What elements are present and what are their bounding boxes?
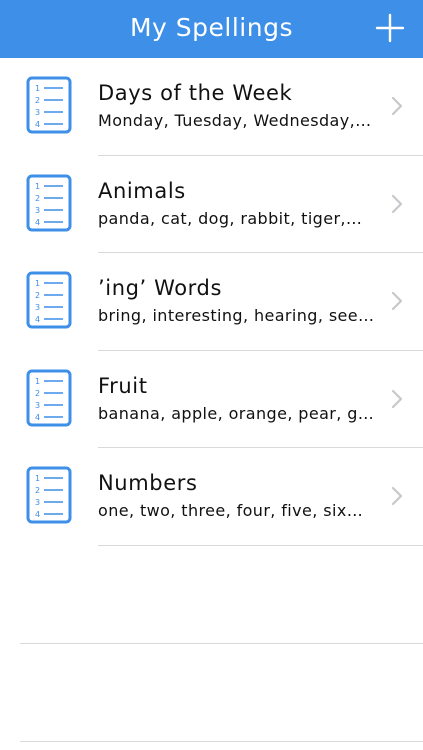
chevron-right-icon bbox=[391, 486, 403, 506]
svg-text:3: 3 bbox=[35, 206, 40, 215]
svg-text:4: 4 bbox=[35, 315, 40, 324]
svg-text:2: 2 bbox=[35, 291, 40, 300]
add-list-button[interactable] bbox=[375, 12, 405, 44]
page-title: My Spellings bbox=[129, 13, 293, 42]
svg-text:1: 1 bbox=[35, 377, 40, 386]
svg-text:1: 1 bbox=[35, 474, 40, 483]
chevron-right-icon bbox=[391, 96, 403, 116]
list-item-text: Animals panda, cat, dog, rabbit, tiger,… bbox=[98, 176, 378, 230]
list-item-title: Numbers bbox=[98, 471, 198, 495]
chevron-right-icon bbox=[391, 291, 403, 311]
chevron-right-icon bbox=[391, 389, 403, 409]
list-item-text: Days of the Week Monday, Tuesday, Wednes… bbox=[98, 78, 378, 132]
numbered-list-icon: 1 2 3 4 bbox=[26, 466, 72, 524]
svg-text:1: 1 bbox=[35, 182, 40, 191]
list-item-text: ’ing’ Words bring, interesting, hearing,… bbox=[98, 273, 378, 327]
chevron-right-icon bbox=[391, 194, 403, 214]
list-item-subtitle: banana, apple, orange, pear, g… bbox=[98, 403, 375, 423]
list-item-subtitle: one, two, three, four, five, six… bbox=[98, 501, 364, 520]
svg-text:2: 2 bbox=[35, 194, 40, 203]
svg-text:4: 4 bbox=[35, 120, 40, 129]
svg-text:4: 4 bbox=[35, 413, 40, 422]
svg-text:1: 1 bbox=[35, 279, 40, 288]
svg-text:3: 3 bbox=[35, 498, 40, 507]
svg-text:4: 4 bbox=[35, 218, 40, 227]
list-item-title: Days of the Week bbox=[98, 81, 293, 105]
numbered-list-icon: 1 2 3 4 bbox=[26, 174, 72, 232]
list-item-text: Fruit banana, apple, orange, pear, g… bbox=[98, 371, 378, 425]
list-item-subtitle: panda, cat, dog, rabbit, tiger,… bbox=[98, 208, 363, 228]
list-item[interactable]: 1 2 3 4 Fruit banana, apple, orange, pea… bbox=[0, 351, 423, 448]
svg-text:2: 2 bbox=[35, 486, 40, 495]
svg-text:1: 1 bbox=[35, 84, 40, 93]
row-divider bbox=[98, 544, 423, 546]
svg-text:4: 4 bbox=[35, 510, 40, 519]
plus-icon bbox=[375, 13, 405, 43]
numbered-list-icon: 1 2 3 4 bbox=[26, 76, 72, 134]
list-item-title: Animals bbox=[98, 178, 186, 203]
svg-text:2: 2 bbox=[35, 96, 40, 105]
numbered-list-icon: 1 2 3 4 bbox=[26, 369, 72, 427]
navigation-bar: My Spellings bbox=[0, 0, 423, 58]
numbered-list-icon: 1 2 3 4 bbox=[26, 271, 72, 329]
spelling-list: 1 2 3 4 Days of the Week Monday, Tuesday… bbox=[0, 58, 423, 546]
svg-text:3: 3 bbox=[35, 108, 40, 117]
svg-text:2: 2 bbox=[35, 389, 40, 398]
list-item[interactable]: 1 2 3 4 ’ing’ Words bring, interesting, … bbox=[0, 253, 423, 351]
list-item-text: Numbers one, two, three, four, five, six… bbox=[98, 468, 378, 522]
empty-row-divider bbox=[20, 741, 423, 742]
list-item-subtitle: bring, interesting, hearing, see… bbox=[98, 306, 375, 325]
svg-text:3: 3 bbox=[35, 303, 40, 312]
empty-row-divider bbox=[20, 643, 423, 644]
svg-text:3: 3 bbox=[35, 401, 40, 410]
list-item[interactable]: 1 2 3 4 Numbers one, two, three, four, f… bbox=[0, 448, 423, 546]
list-item-title: ’ing’ Words bbox=[98, 276, 223, 300]
list-item[interactable]: 1 2 3 4 Animals panda, cat, dog, rabbit,… bbox=[0, 156, 423, 253]
list-item-title: Fruit bbox=[98, 373, 148, 398]
list-item[interactable]: 1 2 3 4 Days of the Week Monday, Tuesday… bbox=[0, 58, 423, 156]
list-item-subtitle: Monday, Tuesday, Wednesday,… bbox=[98, 111, 372, 130]
